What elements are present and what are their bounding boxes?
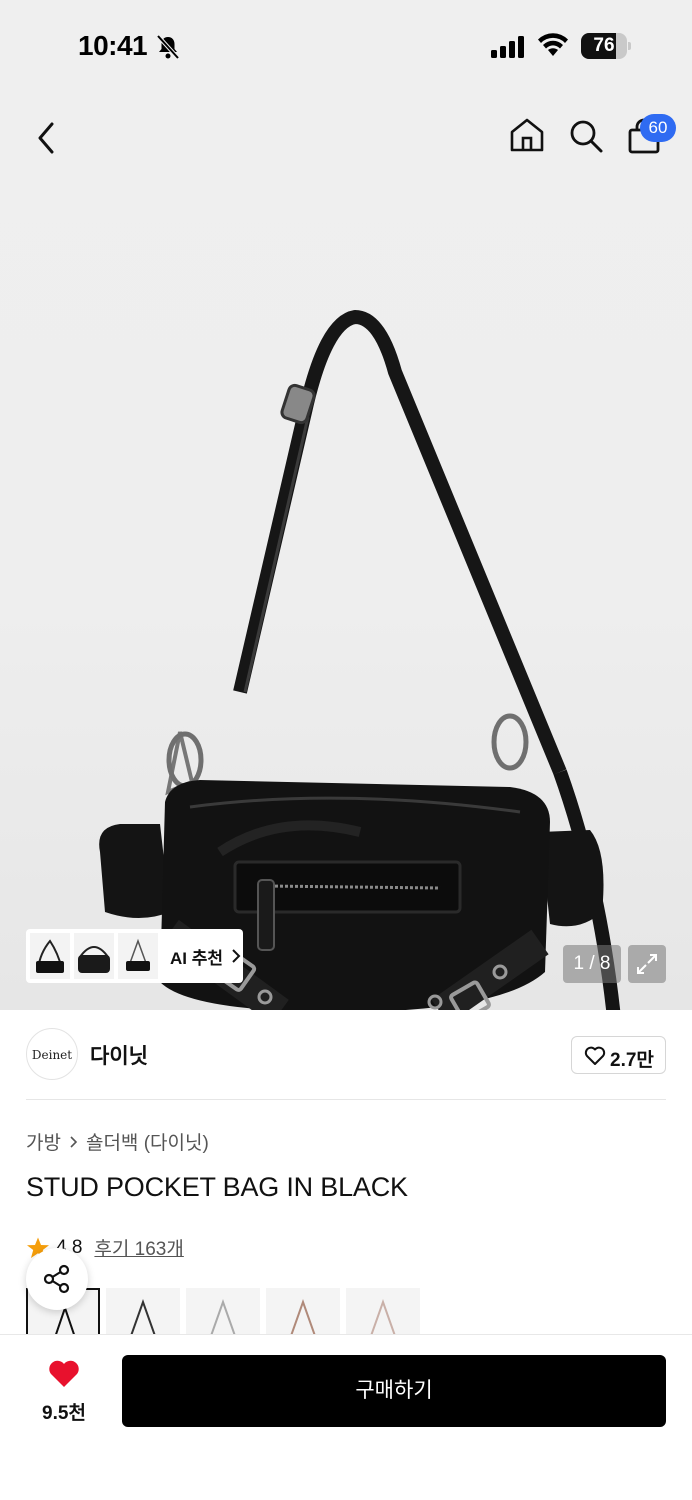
breadcrumb-subcategory[interactable]: 숄더백 (다이닛) xyxy=(86,1128,209,1155)
ai-recommendation-button[interactable]: AI 추천 xyxy=(26,929,243,983)
bell-off-icon xyxy=(156,34,180,60)
ai-recommendation-label: AI 추천 xyxy=(170,948,224,968)
status-time: 10:41 xyxy=(78,30,148,61)
back-icon[interactable] xyxy=(30,120,62,156)
cart-count-badge: 60 xyxy=(640,114,676,142)
product-photo xyxy=(99,310,621,1010)
chevron-right-icon xyxy=(232,949,241,963)
brand-like-button[interactable]: 2.7만 xyxy=(571,1036,666,1074)
review-count-link[interactable]: 후기 163개 xyxy=(94,1234,183,1261)
product-image-gallery[interactable]: 60 AI 추천 1 / 8 xyxy=(0,92,692,1010)
ai-thumbnail xyxy=(74,933,114,979)
divider xyxy=(26,1099,666,1100)
chevron-right-icon xyxy=(70,1135,78,1148)
search-icon[interactable] xyxy=(568,118,604,154)
brand-logo[interactable]: Deinet xyxy=(26,1028,78,1080)
brand-like-count: 2.7만 xyxy=(610,1050,654,1071)
heart-filled-icon xyxy=(49,1360,79,1387)
image-counter: 1 / 8 xyxy=(563,945,621,983)
signal-icon xyxy=(491,36,524,58)
status-bar: 10:41 76 xyxy=(0,0,692,92)
share-button[interactable] xyxy=(26,1248,88,1310)
heart-outline-icon xyxy=(584,1046,606,1065)
breadcrumb-category[interactable]: 가방 xyxy=(26,1128,61,1155)
wishlist-count: 9.5천 xyxy=(42,1403,86,1424)
buy-button[interactable]: 구매하기 xyxy=(122,1355,666,1427)
wishlist-button[interactable]: 9.5천 xyxy=(30,1359,98,1425)
wifi-icon xyxy=(538,33,568,56)
ai-thumbnail xyxy=(30,933,70,979)
home-icon[interactable] xyxy=(508,116,546,154)
battery-percent: 76 xyxy=(593,35,615,56)
brand-row[interactable]: Deinet 다이닛 2.7만 xyxy=(26,1028,666,1082)
brand-name[interactable]: 다이닛 xyxy=(90,1040,148,1070)
breadcrumb: 가방 숄더백 (다이닛) xyxy=(26,1128,209,1155)
expand-button[interactable] xyxy=(628,945,666,983)
share-icon xyxy=(43,1264,70,1294)
expand-icon xyxy=(637,954,657,974)
bottom-action-bar: 9.5천 구매하기 xyxy=(0,1334,692,1500)
product-title: STUD POCKET BAG IN BLACK xyxy=(26,1172,408,1202)
battery-indicator: 76 xyxy=(581,33,631,59)
ai-thumbnail xyxy=(118,933,158,979)
